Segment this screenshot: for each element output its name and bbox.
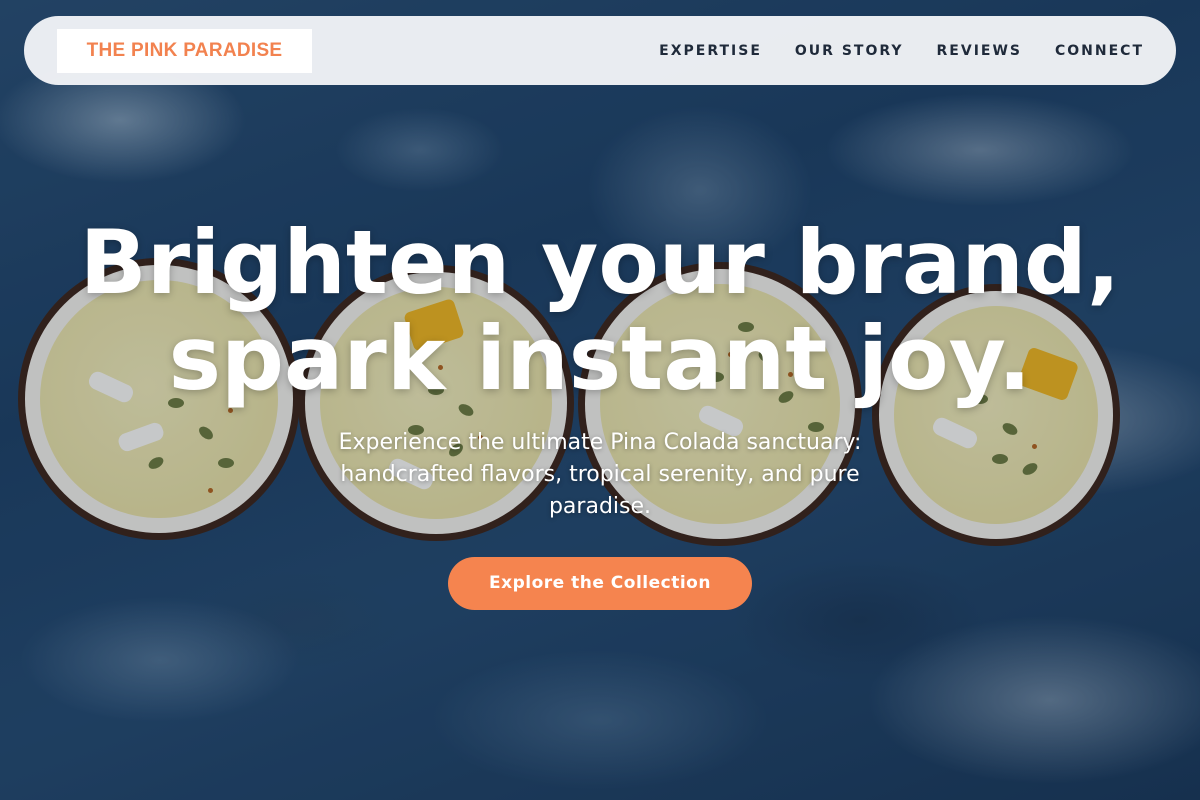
hero-title-line1: Brighten your brand, xyxy=(79,211,1121,314)
nav-links: EXPERTISE OUR STORY REVIEWS CONNECT xyxy=(659,43,1144,59)
hero-title-line2: spark instant joy. xyxy=(168,307,1032,410)
nav-link-our-story[interactable]: OUR STORY xyxy=(795,43,904,59)
top-navbar: THE PINK PARADISE EXPERTISE OUR STORY RE… xyxy=(24,16,1176,85)
hero-title: Brighten your brand, spark instant joy. xyxy=(0,215,1200,407)
nav-link-reviews[interactable]: REVIEWS xyxy=(937,43,1022,59)
nav-link-expertise[interactable]: EXPERTISE xyxy=(659,43,762,59)
logo-text: THE PINK PARADISE xyxy=(86,39,283,61)
hero-subtitle: Experience the ultimate Pina Colada sanc… xyxy=(338,430,862,519)
explore-collection-button[interactable]: Explore the Collection xyxy=(448,557,752,610)
logo[interactable]: THE PINK PARADISE xyxy=(57,28,312,73)
hero-section: Brighten your brand, spark instant joy. … xyxy=(0,215,1200,610)
nav-link-connect[interactable]: CONNECT xyxy=(1055,43,1144,59)
